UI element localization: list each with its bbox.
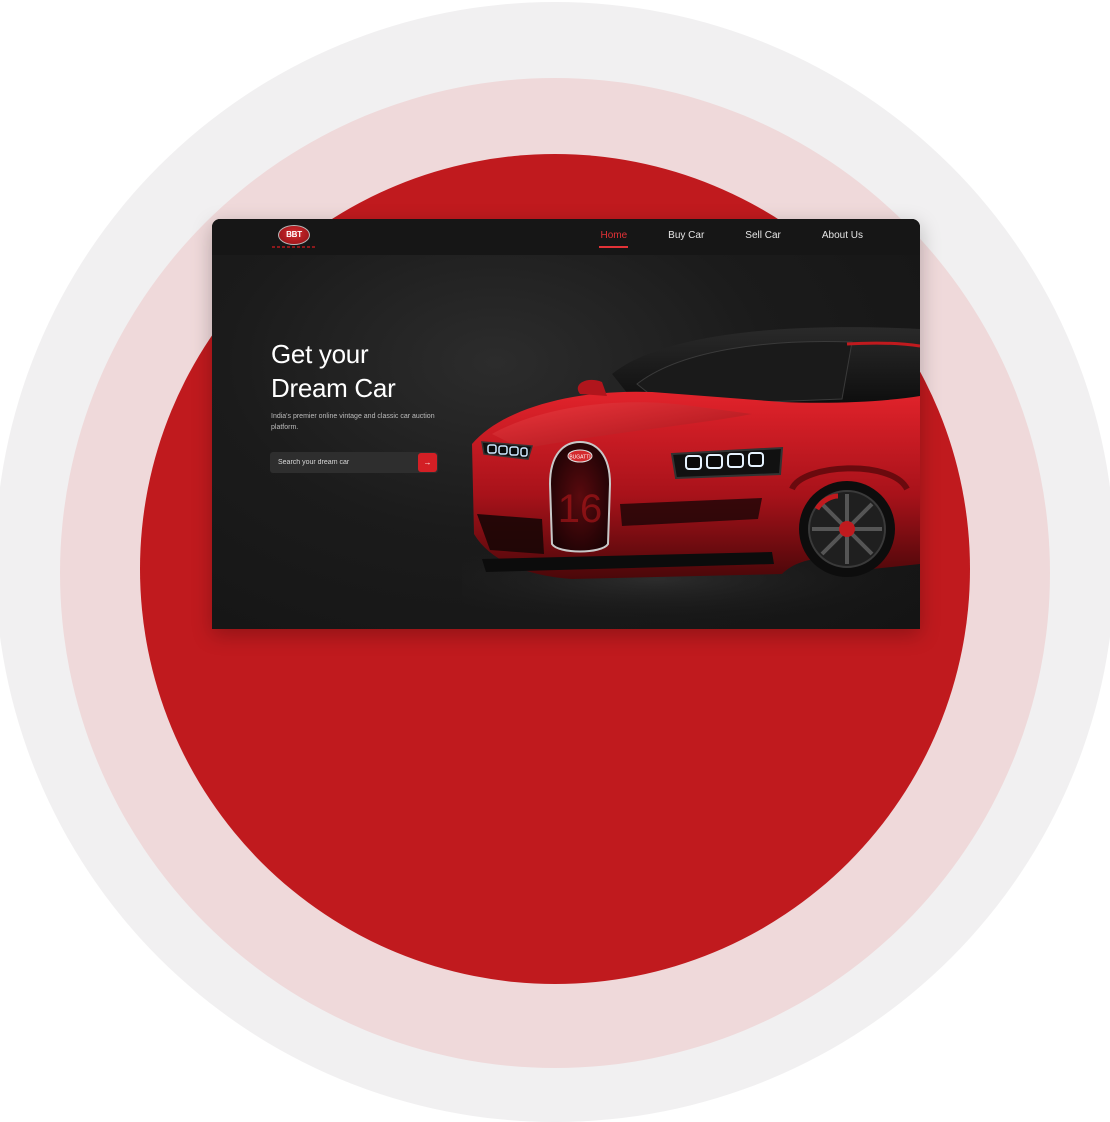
hero-title-line-2: Dream Car: [271, 373, 396, 403]
nav-link-sell-car[interactable]: Sell Car: [745, 230, 781, 241]
brand-logo-icon: BBT: [278, 225, 310, 245]
nav-link-about-us[interactable]: About Us: [822, 230, 863, 241]
nav-link-buy-car[interactable]: Buy Car: [668, 230, 704, 241]
side-mirror: [577, 379, 607, 396]
hero-subtitle: India's premier online vintage and class…: [271, 413, 435, 431]
grille-number: 16: [558, 487, 603, 531]
front-wheel: [799, 481, 895, 577]
search-submit-button[interactable]: →: [418, 453, 437, 472]
logo-tagline: [272, 246, 316, 248]
website-mockup-window: BBT Home Buy Car Sell Car About Us Get y…: [212, 219, 920, 629]
hero-title: Get your Dream Car: [271, 337, 396, 405]
grille-badge-text: BUGATTI: [569, 455, 590, 461]
right-headlight: [670, 446, 784, 480]
brand-logo[interactable]: BBT: [272, 225, 316, 251]
hero-title-line-1: Get your: [271, 339, 369, 369]
arrow-right-icon: →: [423, 458, 432, 467]
nav-links: Home Buy Car Sell Car About Us: [559, 230, 863, 248]
search-input[interactable]: [270, 452, 418, 473]
hero-car-image: BUGATTI 16: [462, 314, 920, 629]
navbar: BBT Home Buy Car Sell Car About Us: [212, 219, 920, 255]
search-box: →: [270, 452, 438, 473]
nav-link-home[interactable]: Home: [599, 230, 628, 248]
